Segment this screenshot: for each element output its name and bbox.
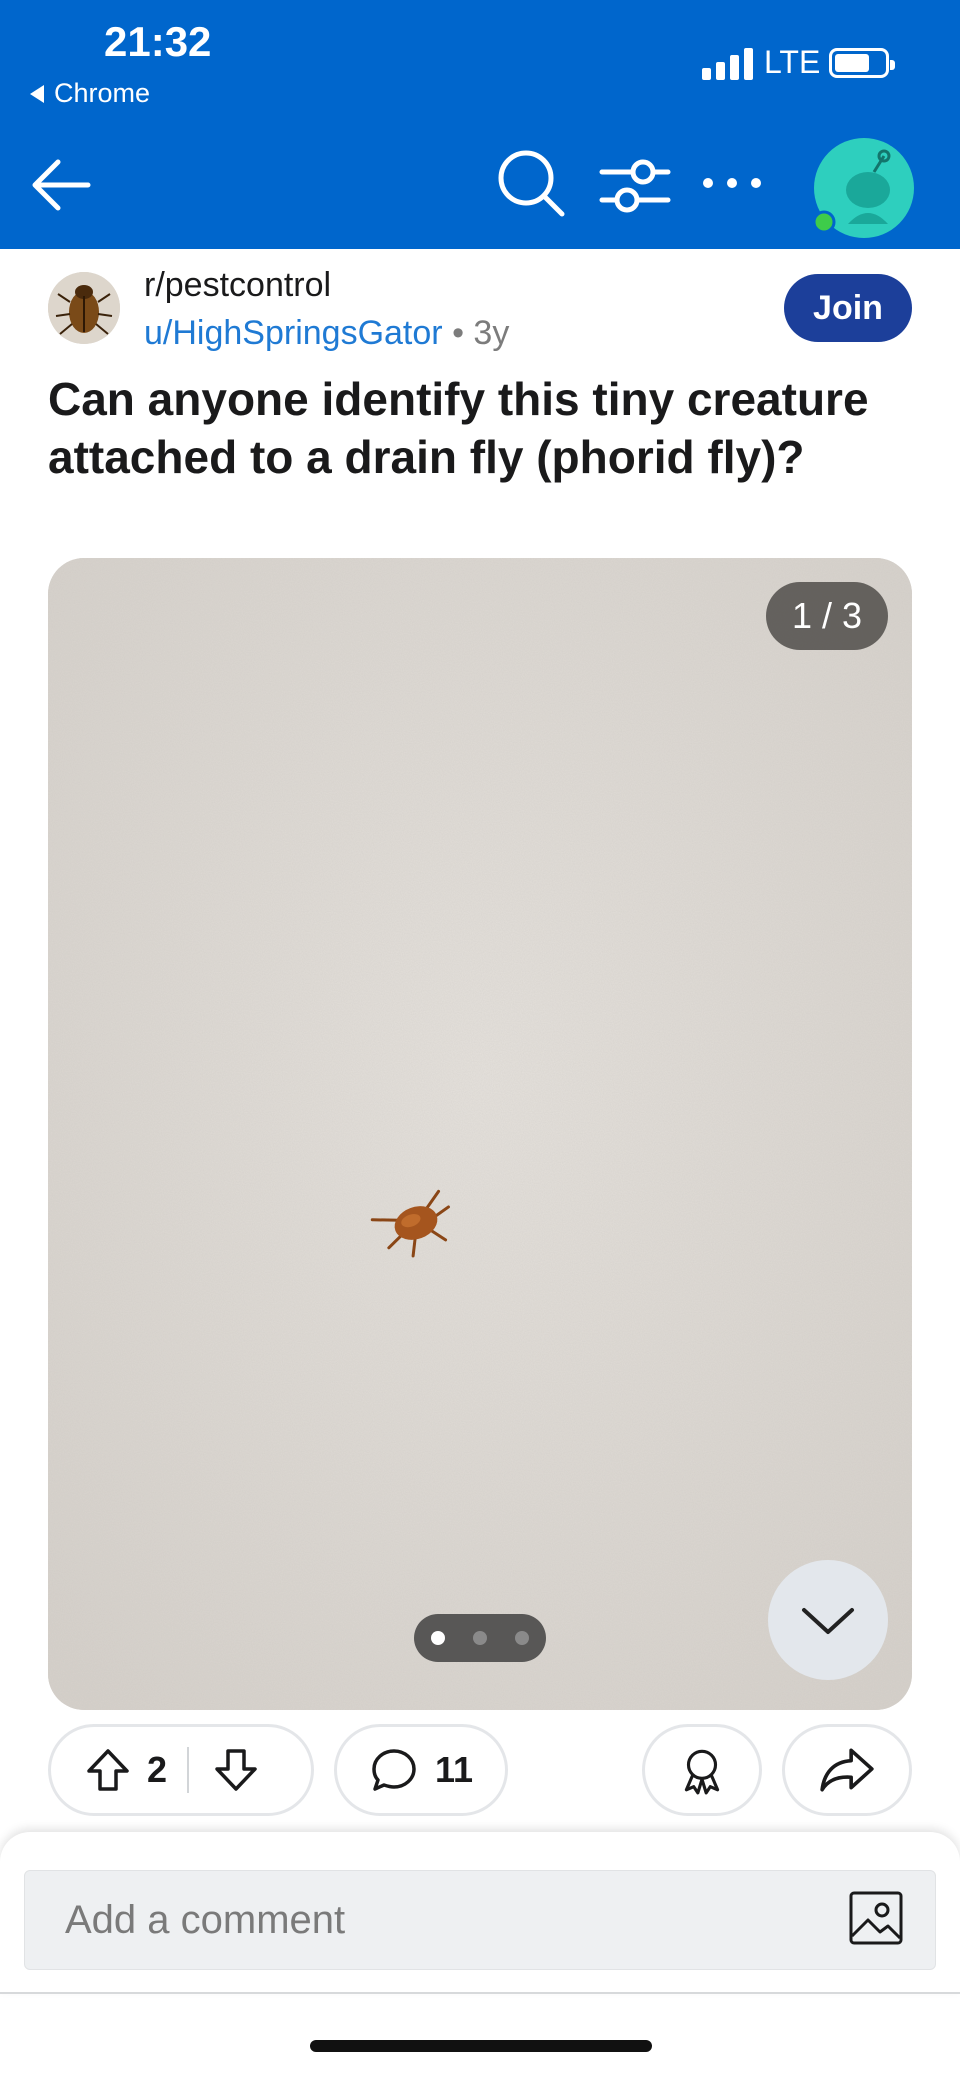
post-photo [48,558,912,1710]
post-title[interactable]: Can anyone identify this tiny creature a… [48,370,908,486]
more-icon[interactable] [698,158,766,208]
back-to-app[interactable]: Chrome [30,78,150,109]
join-button[interactable]: Join [784,274,912,342]
battery-icon [829,48,895,78]
filter-icon[interactable] [598,150,672,220]
vote-bar: 2 [48,1724,314,1816]
post-age: 3y [473,314,510,352]
award-icon [684,1749,720,1795]
share-icon [820,1748,874,1792]
author-link[interactable]: u/HighSpringsGator [144,314,443,352]
comment-count: 11 [435,1749,474,1790]
subreddit-name[interactable]: r/pestcontrol [144,266,331,305]
gallery-pager[interactable] [414,1614,546,1662]
home-indicator[interactable] [310,2040,652,2052]
image-upload-icon[interactable] [848,1890,904,1946]
add-comment-input[interactable]: Add a comment [24,1870,936,1970]
beetle-icon [48,272,120,344]
author-line: u/HighSpringsGator • 3y [144,314,509,353]
collapse-button[interactable] [768,1560,888,1680]
post-image-gallery[interactable]: 1 / 3 [48,558,912,1710]
comments-button[interactable]: 11 [334,1724,508,1816]
downvote-icon[interactable] [211,1745,261,1795]
divider [0,1992,960,1994]
back-arrow-icon[interactable] [26,150,96,220]
pager-dot[interactable] [515,1631,529,1645]
signal-icon [702,46,753,80]
back-app-label: Chrome [54,78,151,108]
comment-composer: Add a comment [0,1832,960,1992]
award-button[interactable] [642,1724,762,1816]
avatar-icon [812,149,891,234]
image-counter: 1 / 3 [766,582,888,650]
network-label: LTE [764,44,821,80]
pager-dot[interactable] [473,1631,487,1645]
upvote-count: 2 [147,1749,168,1790]
pager-dot[interactable] [431,1631,445,1645]
comment-bubble-icon [372,1749,416,1791]
user-avatar[interactable] [812,138,914,238]
upvote-icon[interactable] [83,1745,133,1795]
subreddit-avatar[interactable] [48,272,120,344]
status-time: 21:32 [104,18,212,65]
back-triangle-icon [30,84,44,103]
search-icon[interactable] [494,146,568,220]
chevron-down-icon [802,1608,854,1634]
share-button[interactable] [782,1724,912,1816]
meta-separator: • [452,314,464,352]
top-app-bar: 21:32 Chrome LTE [0,0,960,249]
vote-divider [187,1747,190,1793]
